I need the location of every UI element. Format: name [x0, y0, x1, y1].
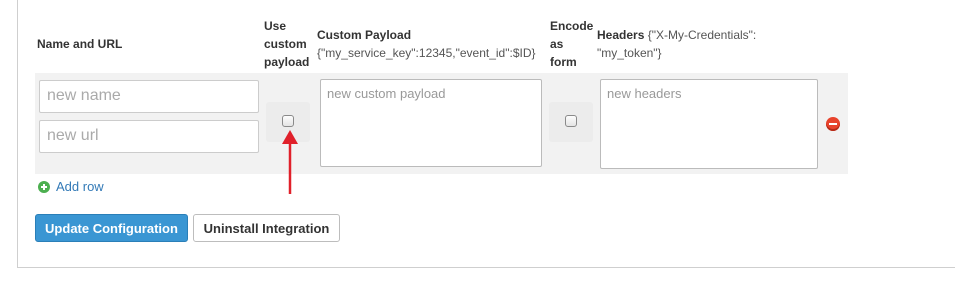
update-configuration-label: Update Configuration: [45, 220, 178, 236]
header-custom-payload: Custom Payload {"my_service_key":12345,"…: [317, 28, 536, 60]
remove-row-icon[interactable]: [826, 117, 840, 131]
add-row-link[interactable]: Add row: [38, 179, 104, 194]
name-input-placeholder: new name: [47, 87, 121, 104]
headers-example-line1: {"X-My-Credentials":: [647, 28, 757, 42]
header-name-url: Name and URL: [37, 37, 123, 51]
url-input[interactable]: new url: [39, 120, 259, 153]
header-encode-as-form: Encode as form: [550, 19, 594, 69]
header-use-custom-payload: Use custom payload: [264, 19, 310, 69]
custom-payload-textarea[interactable]: new custom payload: [320, 79, 542, 167]
plus-circle-icon: [38, 180, 50, 193]
encode-as-form-checkbox[interactable]: [565, 115, 577, 127]
custom-payload-example: {"my_service_key":12345,"event_id":$ID}: [317, 46, 536, 60]
use-custom-payload-checkbox[interactable]: [282, 115, 294, 127]
encode-as-form-cell: [549, 102, 593, 142]
uninstall-integration-button[interactable]: Uninstall Integration: [193, 214, 340, 242]
uninstall-integration-label: Uninstall Integration: [203, 220, 330, 236]
header-headers: Headers {"X-My-Credentials": "my_token"}: [597, 28, 757, 60]
headers-textarea[interactable]: new headers: [600, 79, 818, 169]
url-input-placeholder: new url: [47, 127, 99, 144]
custom-payload-placeholder: new custom payload: [327, 86, 446, 101]
add-row-label: Add row: [56, 179, 104, 194]
name-input[interactable]: new name: [39, 80, 259, 113]
update-configuration-button[interactable]: Update Configuration: [35, 214, 188, 242]
annotation-arrow: [282, 130, 298, 194]
headers-example-line2: "my_token"}: [597, 46, 662, 60]
headers-placeholder: new headers: [607, 86, 682, 101]
